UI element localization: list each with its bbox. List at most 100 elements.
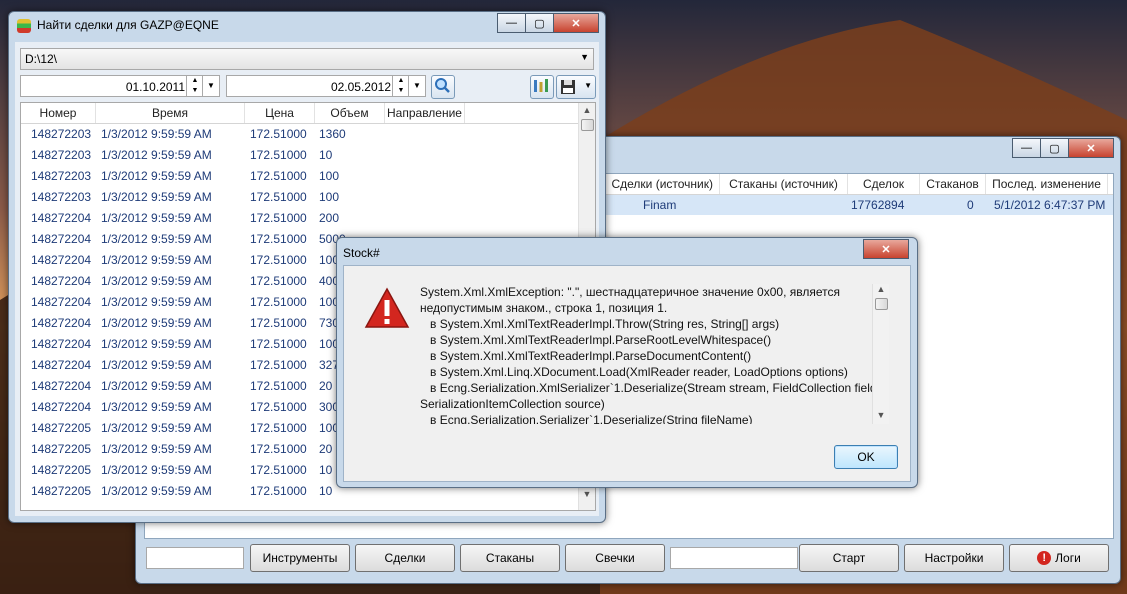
cell-volume: 10: [319, 148, 333, 162]
scroll-down-arrow[interactable]: ▼: [579, 489, 595, 499]
col-last-change[interactable]: Послед. изменение: [986, 174, 1108, 194]
cell-number: 148272204: [31, 295, 92, 309]
ok-button[interactable]: OK: [834, 445, 898, 469]
logs-button[interactable]: ! Логи: [1009, 544, 1109, 572]
status-field-left: [146, 547, 244, 569]
scroll-up-arrow[interactable]: ▲: [873, 284, 889, 294]
cell-time: 1/3/2012 9:59:59 AM: [101, 442, 212, 456]
search-button[interactable]: [431, 75, 455, 99]
error-message-line: в Ecng.Serialization.Serializer`1.Deseri…: [420, 413, 753, 424]
maximize-button[interactable]: ▢: [525, 13, 554, 33]
cell-price: 172.51000: [250, 148, 307, 162]
error-message-box: System.Xml.XmlException: ".", шестнадцат…: [420, 284, 890, 424]
cell-price: 172.51000: [250, 337, 307, 351]
cell-price: 172.51000: [250, 379, 307, 393]
path-combobox[interactable]: D:\12\ ▼: [20, 48, 594, 70]
scroll-up-arrow[interactable]: ▲: [579, 105, 595, 115]
col-depths-source[interactable]: Стаканы (источник): [720, 174, 848, 194]
cell-number: 148272204: [31, 316, 92, 330]
row-last-change: 5/1/2012 6:47:37 PM: [994, 198, 1106, 212]
cell-number: 148272205: [31, 442, 92, 456]
cell-price: 172.51000: [250, 421, 307, 435]
scroll-thumb[interactable]: [875, 298, 888, 310]
cell-time: 1/3/2012 9:59:59 AM: [101, 274, 212, 288]
trades-grid-header: Номер Время Цена Объем Направление: [21, 103, 579, 124]
save-dropdown-button[interactable]: ▼: [556, 75, 596, 99]
date-to-spinner[interactable]: ▲ ▼: [392, 76, 409, 96]
settings-button[interactable]: Настройки: [904, 544, 1004, 572]
date-from-value: 01.10.2011: [125, 80, 185, 94]
cell-time: 1/3/2012 9:59:59 AM: [101, 190, 212, 204]
error-message-scrollbar[interactable]: ▲ ▼: [872, 284, 889, 424]
date-from-spinner[interactable]: ▲ ▼: [186, 76, 203, 96]
scroll-thumb[interactable]: [581, 119, 594, 131]
date-to-input[interactable]: 02.05.2012 ▲ ▼ ▼: [226, 75, 426, 97]
cell-price: 172.51000: [250, 442, 307, 456]
cell-time: 1/3/2012 9:59:59 AM: [101, 253, 212, 267]
error-message-line: в System.Xml.XmlTextReaderImpl.ParseRoot…: [420, 333, 772, 347]
cell-number: 148272203: [31, 190, 92, 204]
row-depths-count: 0: [967, 198, 974, 212]
table-row[interactable]: 148272203 1/3/2012 9:59:59 AM 172.51000 100: [21, 166, 579, 187]
scroll-down-arrow[interactable]: ▼: [873, 410, 889, 420]
candles-button[interactable]: Свечки: [565, 544, 665, 572]
depths-button[interactable]: Стаканы: [460, 544, 560, 572]
cell-price: 172.51000: [250, 400, 307, 414]
cell-number: 148272204: [31, 358, 92, 372]
cell-price: 172.51000: [250, 211, 307, 225]
cell-volume: 10: [319, 463, 333, 477]
close-button[interactable]: ✕: [553, 13, 599, 33]
cell-price: 172.51000: [250, 484, 307, 498]
settings-icon-button[interactable]: [530, 75, 554, 99]
cell-number: 148272205: [31, 484, 92, 498]
col-volume[interactable]: Объем: [315, 103, 385, 123]
cell-time: 1/3/2012 9:59:59 AM: [101, 232, 212, 246]
cell-number: 148272204: [31, 274, 92, 288]
cell-time: 1/3/2012 9:59:59 AM: [101, 127, 212, 141]
status-field-right: [670, 547, 798, 569]
col-price[interactable]: Цена: [245, 103, 315, 123]
table-row[interactable]: 148272203 1/3/2012 9:59:59 AM 172.51000 100: [21, 187, 579, 208]
error-dialog-title: Stock#: [343, 246, 380, 260]
start-button[interactable]: Старт: [799, 544, 899, 572]
close-button[interactable]: ✕: [863, 239, 909, 259]
cell-time: 1/3/2012 9:59:59 AM: [101, 421, 212, 435]
cell-number: 148272204: [31, 253, 92, 267]
table-row[interactable]: 148272203 1/3/2012 9:59:59 AM 172.51000 136…: [21, 124, 579, 145]
minimize-button[interactable]: —: [497, 13, 526, 33]
maximize-button[interactable]: ▢: [1040, 138, 1069, 158]
save-icon: [561, 80, 575, 94]
cell-price: 172.51000: [250, 190, 307, 204]
table-row[interactable]: 148272204 1/3/2012 9:59:59 AM 172.51000 200: [21, 208, 579, 229]
cell-price: 172.51000: [250, 295, 307, 309]
cell-price: 172.51000: [250, 127, 307, 141]
trades-button[interactable]: Сделки: [355, 544, 455, 572]
close-button[interactable]: ✕: [1068, 138, 1114, 158]
cell-price: 172.51000: [250, 316, 307, 330]
cell-price: 172.51000: [250, 169, 307, 183]
trades-window-title: Найти сделки для GAZP@EQNE: [37, 18, 219, 32]
instruments-button[interactable]: Инструменты: [250, 544, 350, 572]
col-number[interactable]: Номер: [21, 103, 96, 123]
chevron-down-icon[interactable]: ▼: [202, 76, 219, 96]
cell-volume: 20: [319, 379, 333, 393]
row-trades-source: Finam: [643, 198, 677, 212]
col-direction[interactable]: Направление: [385, 103, 465, 123]
error-message-line: в System.Xml.Linq.XDocument.Load(XmlRead…: [420, 365, 848, 379]
error-message-line: в System.Xml.XmlTextReaderImpl.ParseDocu…: [420, 349, 752, 363]
chevron-down-icon[interactable]: ▼: [408, 76, 425, 96]
row-trades-count: 17762894: [851, 198, 905, 212]
error-message-line: в Ecng.Serialization.XmlSerializer`1.Des…: [420, 381, 886, 395]
cell-volume: 10: [319, 484, 333, 498]
date-from-input[interactable]: 01.10.2011 ▲ ▼ ▼: [20, 75, 220, 97]
cell-time: 1/3/2012 9:59:59 AM: [101, 484, 212, 498]
col-trades-count[interactable]: Сделок: [848, 174, 920, 194]
col-time[interactable]: Время: [96, 103, 245, 123]
cell-number: 148272204: [31, 400, 92, 414]
cell-volume: 20: [319, 442, 333, 456]
table-row[interactable]: 148272203 1/3/2012 9:59:59 AM 172.51000 10: [21, 145, 579, 166]
cell-volume: 1360: [319, 127, 346, 141]
col-depths-count[interactable]: Стаканов: [920, 174, 986, 194]
minimize-button[interactable]: —: [1012, 138, 1041, 158]
cell-time: 1/3/2012 9:59:59 AM: [101, 400, 212, 414]
